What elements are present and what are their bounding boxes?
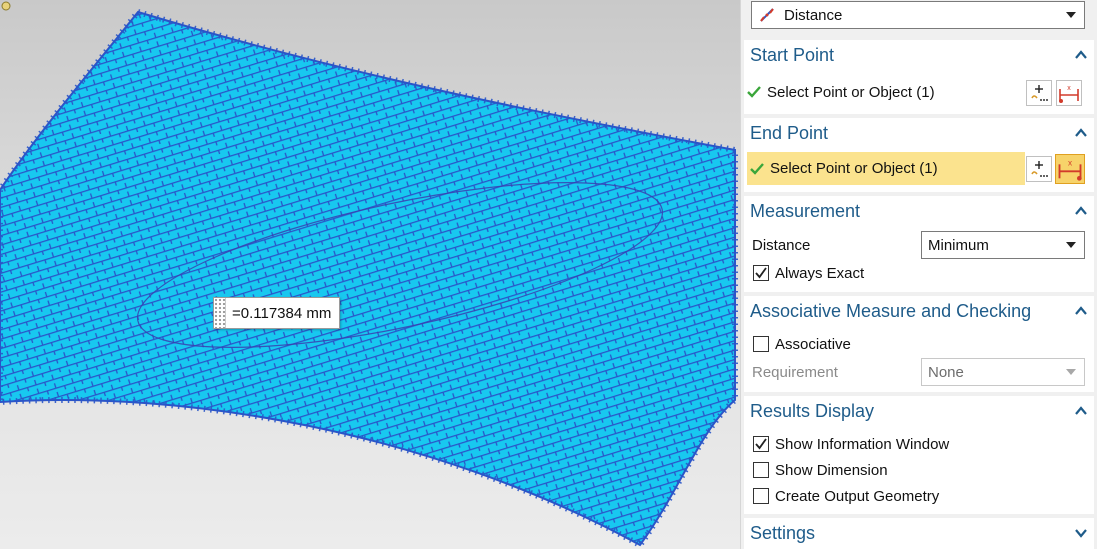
checkmark-icon	[747, 86, 761, 98]
measurement-value: =0.117384 mm	[232, 304, 332, 322]
end-point-selection[interactable]: Select Point or Object (1)	[747, 152, 1025, 185]
end-point-section: End Point Select Point or Object (1) x	[744, 118, 1094, 192]
always-exact-checkbox[interactable]	[753, 265, 769, 281]
section-title: Results Display	[750, 400, 875, 421]
point-on-curve-button[interactable]: x	[1055, 154, 1085, 184]
distance-measure-icon	[760, 8, 774, 22]
chevron-up-icon[interactable]	[1074, 304, 1088, 318]
svg-text:x: x	[1068, 159, 1072, 168]
section-title: Measurement	[750, 200, 861, 221]
show-dimension-label: Show Dimension	[775, 461, 888, 479]
section-title: Start Point	[750, 44, 835, 65]
svg-text:x: x	[1067, 85, 1071, 92]
results-display-header[interactable]: Results Display	[744, 396, 1094, 426]
show-dimension-row[interactable]: Show Dimension	[753, 460, 888, 480]
requirement-value: None	[928, 363, 964, 381]
measurement-tooltip: =0.117384 mm	[213, 297, 341, 329]
results-display-section: Results Display Show Information Window …	[744, 396, 1094, 514]
start-point-section: Start Point Select Point or Object (1) x	[744, 40, 1094, 114]
show-dimension-checkbox[interactable]	[753, 462, 769, 478]
start-point-header[interactable]: Start Point	[744, 40, 1094, 70]
associative-header[interactable]: Associative Measure and Checking	[744, 296, 1094, 326]
section-title: Settings	[750, 522, 816, 543]
settings-header[interactable]: Settings	[744, 518, 1094, 548]
associative-row[interactable]: Associative	[753, 334, 851, 354]
select-point-label: Select Point or Object (1)	[767, 83, 935, 101]
chevron-down-icon	[1066, 242, 1076, 248]
distance-type-dropdown[interactable]: Minimum	[921, 231, 1085, 259]
chevron-up-icon[interactable]	[1074, 48, 1088, 62]
point-on-curve-button[interactable]: x	[1056, 80, 1082, 106]
distance-label: Distance	[752, 236, 811, 254]
requirement-dropdown[interactable]: None	[921, 358, 1085, 386]
create-output-geometry-row[interactable]: Create Output Geometry	[753, 486, 939, 506]
chevron-down-icon[interactable]	[1074, 526, 1088, 540]
chevron-up-icon[interactable]	[1074, 126, 1088, 140]
create-output-geometry-label: Create Output Geometry	[775, 487, 940, 505]
measure-type-dropdown[interactable]: Distance	[751, 1, 1085, 29]
always-exact-row[interactable]: Always Exact	[753, 263, 864, 283]
drag-grip-icon[interactable]	[214, 298, 226, 328]
point-dialog-button[interactable]	[1026, 80, 1052, 106]
point-on-curve-icon: x	[1059, 85, 1079, 103]
settings-section: Settings	[744, 518, 1094, 549]
chevron-down-icon	[1066, 369, 1076, 375]
requirement-row: Requirement	[752, 361, 838, 383]
distance-type-value: Minimum	[928, 236, 989, 254]
requirement-label: Requirement	[752, 363, 838, 381]
checkmark-icon	[755, 438, 767, 450]
point-dialog-icon	[1031, 85, 1048, 101]
measure-dialog-panel: Distance Start Point Select Point or Obj…	[740, 0, 1097, 549]
measurement-header[interactable]: Measurement	[744, 196, 1094, 226]
point-dialog-button[interactable]	[1026, 156, 1052, 182]
create-output-geometry-checkbox[interactable]	[753, 488, 769, 504]
associative-section: Associative Measure and Checking Associa…	[744, 296, 1094, 392]
associative-label: Associative	[775, 335, 851, 353]
start-point-selection[interactable]: Select Point or Object (1)	[747, 76, 1027, 108]
show-info-window-checkbox[interactable]	[753, 436, 769, 452]
mesh-surface	[0, 8, 738, 549]
chevron-down-icon	[1066, 12, 1076, 18]
show-info-window-label: Show Information Window	[775, 435, 950, 453]
distance-row: Distance	[752, 234, 810, 256]
section-title: End Point	[750, 122, 829, 143]
checkmark-icon	[755, 267, 767, 279]
section-title: Associative Measure and Checking	[750, 300, 1032, 321]
select-point-label: Select Point or Object (1)	[770, 160, 938, 177]
graphics-viewport[interactable]: =0.117384 mm	[0, 0, 740, 549]
chevron-up-icon[interactable]	[1074, 404, 1088, 418]
point-marker-icon	[1, 1, 11, 11]
checkmark-icon	[750, 162, 764, 175]
point-on-curve-icon: x	[1058, 159, 1082, 181]
measurement-section: Measurement Distance Minimum Always Exac…	[744, 196, 1094, 292]
always-exact-label: Always Exact	[775, 264, 865, 282]
associative-checkbox[interactable]	[753, 336, 769, 352]
chevron-up-icon[interactable]	[1074, 204, 1088, 218]
show-info-window-row[interactable]: Show Information Window	[753, 434, 949, 454]
measure-type-value: Distance	[784, 6, 843, 24]
point-dialog-icon	[1031, 161, 1048, 177]
end-point-header[interactable]: End Point	[744, 118, 1094, 148]
